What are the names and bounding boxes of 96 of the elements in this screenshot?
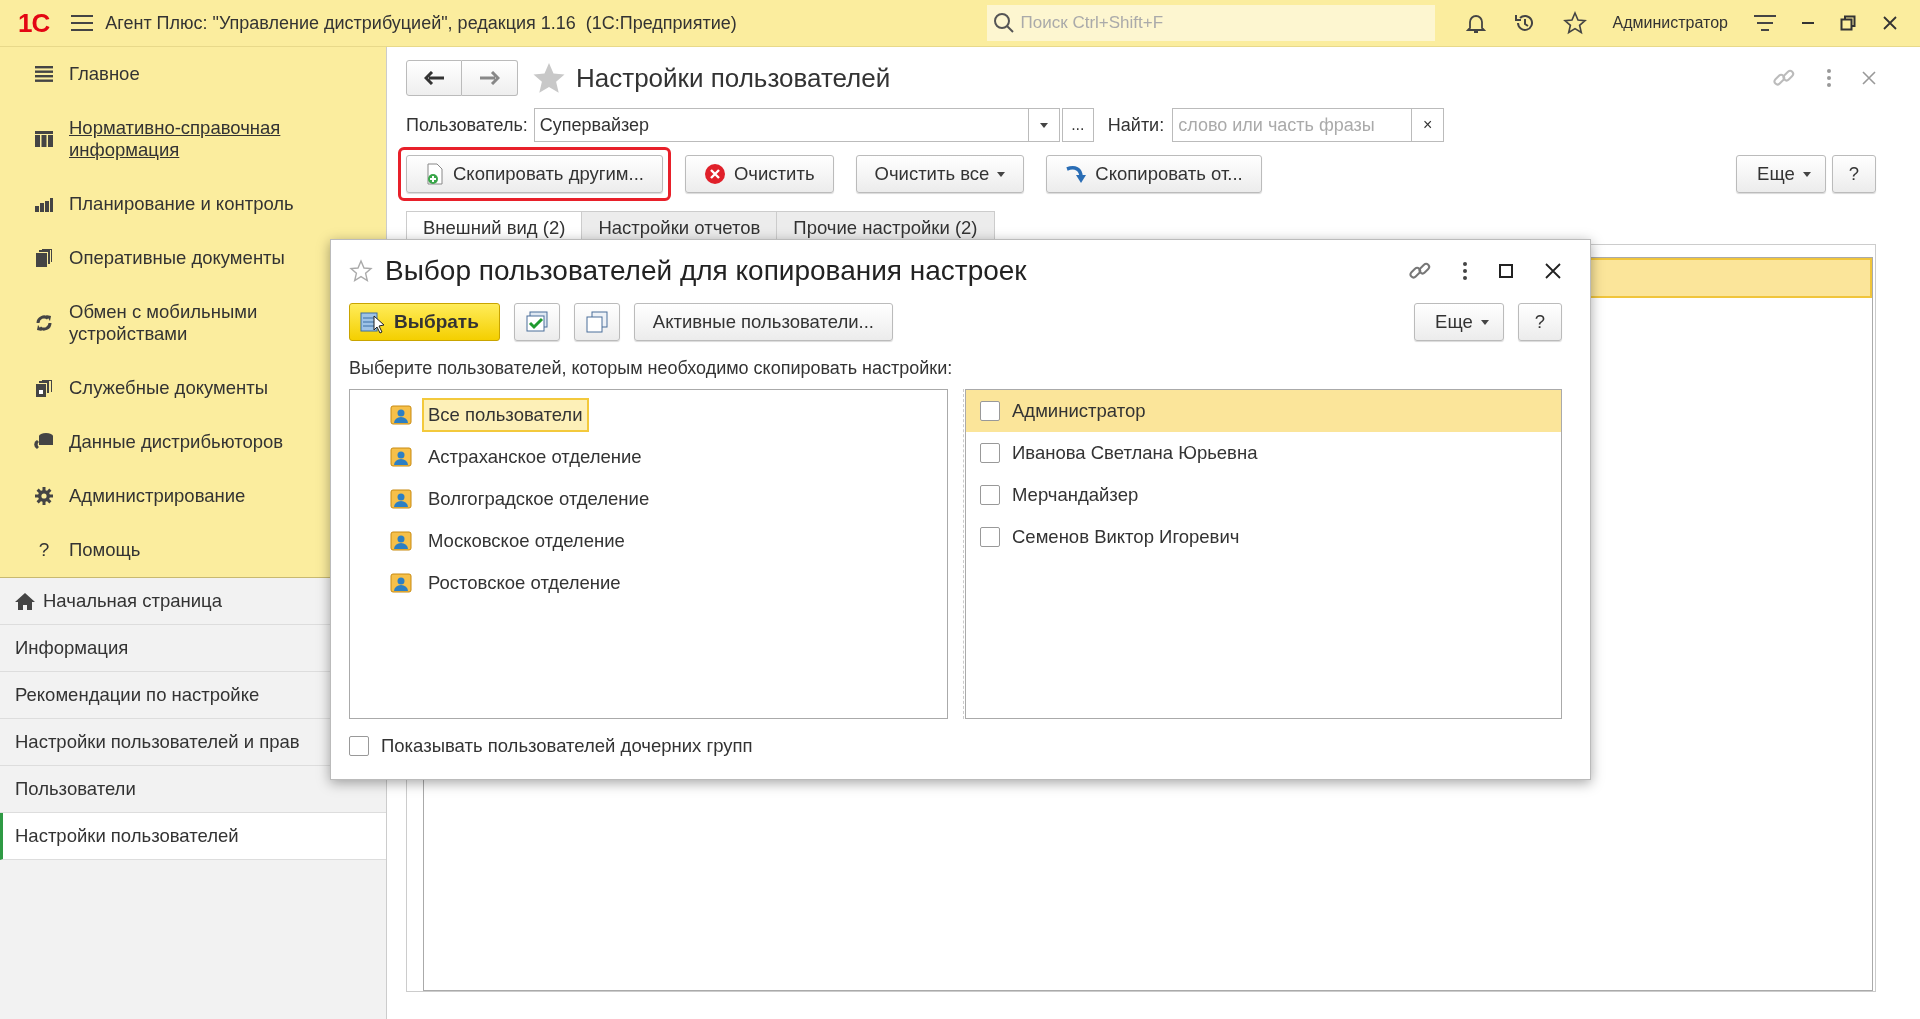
toolbar-button[interactable]: Скопировать другим... bbox=[406, 155, 663, 193]
star-icon bbox=[1562, 11, 1587, 35]
toolbar-button[interactable]: Очистить все bbox=[855, 155, 1025, 193]
user-name: Мерчандайзер bbox=[1012, 484, 1139, 506]
star-icon bbox=[349, 259, 373, 283]
active-users-button[interactable]: Активные пользователи... bbox=[633, 303, 893, 341]
dropdown-button[interactable] bbox=[1027, 108, 1060, 142]
choose-button[interactable]: ... bbox=[1061, 108, 1094, 142]
section-link[interactable]: Администрирование bbox=[69, 485, 246, 507]
question-icon: ? bbox=[38, 539, 50, 561]
user-group-icon bbox=[390, 489, 412, 509]
close-icon bbox=[1544, 262, 1562, 280]
section-link[interactable]: Данные дистрибьюторов bbox=[69, 431, 284, 453]
settings-icon bbox=[1754, 13, 1776, 33]
toolbar-button[interactable]: Очистить bbox=[685, 155, 834, 193]
user-group-icon bbox=[390, 405, 412, 425]
user-row[interactable]: Иванова Светлана Юрьевна bbox=[966, 432, 1561, 474]
uncheck-all-button[interactable] bbox=[573, 303, 620, 341]
search-icon bbox=[992, 12, 1015, 34]
documents-icon bbox=[34, 248, 54, 268]
back-button[interactable] bbox=[406, 60, 462, 96]
restore-icon bbox=[1840, 15, 1856, 31]
documents-icon bbox=[34, 378, 54, 398]
checkbox[interactable] bbox=[980, 443, 1000, 463]
help-button[interactable]: ? bbox=[1831, 155, 1876, 193]
check-list-icon bbox=[524, 311, 549, 333]
columns-icon bbox=[34, 129, 54, 149]
bell-icon bbox=[1464, 12, 1487, 34]
gear-icon bbox=[34, 486, 54, 506]
section-link[interactable]: Служебные документы bbox=[69, 377, 269, 399]
user-group-icon bbox=[390, 531, 412, 551]
caret-icon bbox=[1802, 171, 1811, 177]
toolbar-button[interactable]: Скопировать от... bbox=[1046, 155, 1262, 193]
form-title: Настройки пользователей bbox=[576, 62, 891, 94]
forward-arrow-icon bbox=[479, 71, 500, 85]
checkbox[interactable] bbox=[980, 527, 1000, 547]
close-circle-icon bbox=[704, 163, 726, 185]
document-plus-icon bbox=[425, 163, 445, 185]
select-button[interactable]: Выбрать bbox=[349, 303, 500, 341]
database-icon bbox=[34, 432, 54, 452]
menu-lines-icon bbox=[34, 64, 54, 84]
menu-icon bbox=[71, 14, 94, 32]
section-link[interactable]: Обмен с мобильными устройствами bbox=[69, 301, 329, 345]
clear-button[interactable]: × bbox=[1412, 108, 1445, 142]
group-item[interactable]: Волгоградское отделение bbox=[422, 482, 656, 516]
instruction-text: Выберите пользователей, которым необходимо скопировать настройки: bbox=[349, 358, 954, 379]
caret-icon bbox=[997, 171, 1006, 177]
search-field[interactable]: Поиск Ctrl+Shift+F bbox=[986, 5, 1435, 41]
group-item[interactable]: Все пользователи bbox=[422, 398, 589, 432]
section-link[interactable]: Оперативные документы bbox=[69, 247, 285, 269]
checkbox[interactable] bbox=[980, 485, 1000, 505]
user-group-icon bbox=[390, 573, 412, 593]
back-arrow-icon bbox=[424, 71, 444, 85]
more-icon bbox=[1462, 261, 1468, 281]
close-icon bbox=[1882, 15, 1898, 31]
home-icon bbox=[15, 592, 35, 610]
user-name: Иванова Светлана Юрьевна bbox=[1012, 442, 1258, 464]
dialog-title: Выбор пользователей для копирования настроек bbox=[385, 255, 1027, 287]
section-link[interactable]: Главное bbox=[69, 63, 140, 85]
field-label: Пользователь: bbox=[406, 114, 528, 136]
user-name: Семенов Виктор Игоревич bbox=[1012, 526, 1240, 548]
user-row[interactable]: Семенов Виктор Игоревич bbox=[966, 516, 1561, 558]
maximize-icon bbox=[1498, 263, 1514, 279]
caret-icon bbox=[1480, 319, 1489, 325]
help-button[interactable]: ? bbox=[1517, 303, 1562, 341]
curved-arrow-icon bbox=[1065, 163, 1088, 185]
user-row[interactable]: Администратор bbox=[966, 390, 1561, 432]
section-link[interactable]: Планирование и контроль bbox=[69, 193, 294, 215]
group-item[interactable]: Московское отделение bbox=[422, 524, 631, 558]
section-link[interactable]: Помощь bbox=[69, 539, 141, 561]
check-all-button[interactable] bbox=[513, 303, 560, 341]
user-row[interactable]: Мерчандайзер bbox=[966, 474, 1561, 516]
group-item[interactable]: Ростовское отделение bbox=[422, 566, 627, 600]
checkbox[interactable] bbox=[349, 736, 369, 756]
find-field[interactable]: слово или часть фразы bbox=[1172, 108, 1413, 142]
more-button[interactable]: Еще bbox=[1414, 303, 1504, 341]
star-icon bbox=[532, 62, 566, 94]
checkbox[interactable] bbox=[980, 401, 1000, 421]
more-button[interactable]: Еще bbox=[1736, 155, 1826, 193]
window-title: Агент Плюс: "Управление дистрибуцией", редакция 1.16 (1С:Предприятие) bbox=[105, 12, 737, 34]
sync-icon bbox=[34, 313, 54, 333]
caret-icon bbox=[1039, 122, 1048, 128]
user-name: Администратор bbox=[1012, 400, 1146, 422]
nav-item[interactable]: Настройки пользователей bbox=[0, 813, 386, 860]
section-link[interactable]: Нормативно-справочная информация bbox=[69, 117, 329, 161]
minimize-icon bbox=[1802, 22, 1814, 24]
user-field[interactable]: Супервайзер bbox=[533, 108, 1028, 142]
list-cursor-icon bbox=[360, 310, 386, 334]
more-icon bbox=[1826, 68, 1832, 88]
close-icon bbox=[1862, 71, 1876, 85]
stacked-squares-icon bbox=[585, 311, 608, 333]
field-label: Найти: bbox=[1107, 114, 1165, 136]
group-item[interactable]: Астраханское отделение bbox=[422, 440, 648, 474]
user-group-icon bbox=[390, 447, 412, 467]
logo[interactable]: 1С bbox=[18, 7, 50, 39]
user-name[interactable]: Администратор bbox=[1612, 14, 1728, 32]
